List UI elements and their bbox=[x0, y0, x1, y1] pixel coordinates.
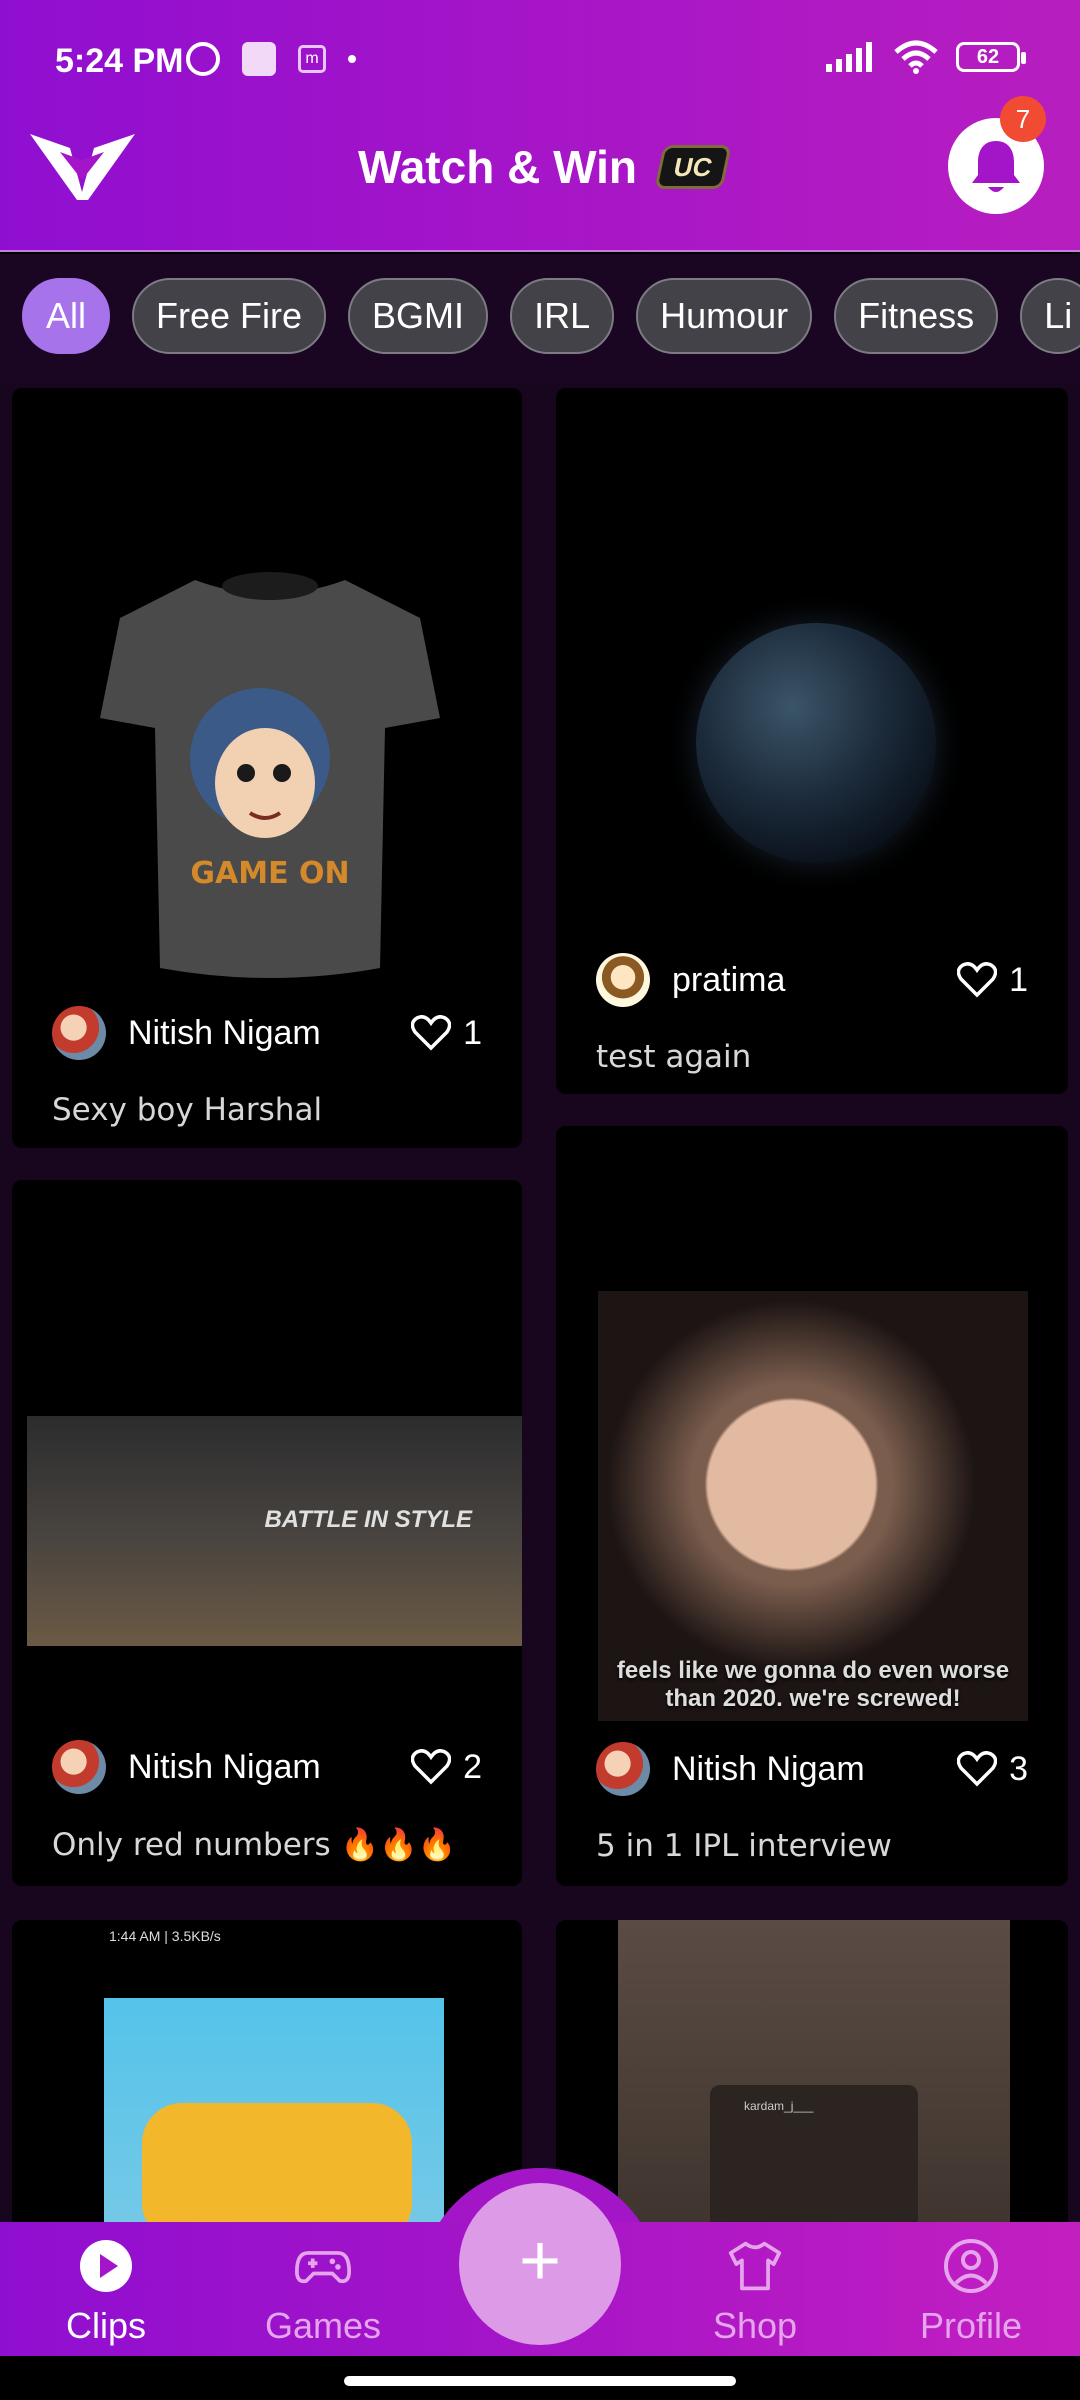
category-chip-fitness[interactable]: Fitness bbox=[834, 278, 999, 354]
avatar[interactable] bbox=[596, 953, 650, 1007]
clip-thumbnail-phone: 1:44 AM | 3.5KB/s bbox=[24, 1920, 519, 2224]
category-chip-irl[interactable]: IRL bbox=[510, 278, 615, 354]
like-button[interactable]: 3 bbox=[957, 1750, 1028, 1789]
like-count: 2 bbox=[463, 1747, 482, 1786]
nav-profile[interactable]: Profile bbox=[886, 2238, 1056, 2347]
uc-currency-badge: UC bbox=[654, 145, 732, 189]
tshirt-icon bbox=[728, 2241, 782, 2291]
clip-thumbnail-tshirt: GAME ON bbox=[100, 572, 440, 978]
clip-card[interactable]: GAME ON Nitish Nigam 1 Sexy boy Harshal bbox=[12, 388, 522, 1148]
clip-card[interactable]: feels like we gonna do even worse than 2… bbox=[556, 1126, 1068, 1886]
tshirt-print-text: GAME ON bbox=[190, 856, 349, 891]
like-button[interactable]: 1 bbox=[957, 961, 1028, 1000]
category-filter-bar: All Free Fire BGMI IRL Humour Fitness Li bbox=[0, 254, 1080, 384]
category-chip-all[interactable]: All bbox=[22, 278, 111, 354]
status-time: 5:24 PM bbox=[55, 42, 184, 80]
create-clip-button[interactable]: + bbox=[459, 2183, 621, 2345]
clip-caption: test again bbox=[596, 1039, 752, 1075]
nav-label: Clips bbox=[65, 2305, 146, 2346]
like-count: 1 bbox=[463, 1013, 482, 1052]
m-notification-icon: m bbox=[298, 45, 326, 73]
app-logo-icon bbox=[30, 134, 135, 200]
nav-clips[interactable]: Clips bbox=[21, 2238, 191, 2347]
clip-card[interactable]: 1:44 AM | 3.5KB/s bbox=[12, 1920, 522, 2224]
notification-count-badge: 7 bbox=[1000, 96, 1046, 142]
clip-caption: 5 in 1 IPL interview bbox=[596, 1828, 892, 1864]
status-bar: 5:24 PM m 62 bbox=[0, 0, 1080, 120]
home-indicator[interactable] bbox=[344, 2376, 736, 2386]
category-chip-bgmi[interactable]: BGMI bbox=[348, 278, 489, 354]
profile-icon bbox=[944, 2239, 998, 2293]
heart-icon bbox=[411, 1015, 452, 1051]
clip-username[interactable]: Nitish Nigam bbox=[128, 1748, 411, 1787]
like-count: 3 bbox=[1009, 1749, 1028, 1788]
clip-caption: Sexy boy Harshal bbox=[52, 1092, 323, 1128]
heart-icon bbox=[957, 1751, 998, 1787]
nav-shop[interactable]: Shop bbox=[670, 2238, 840, 2347]
nav-games[interactable]: Games bbox=[238, 2238, 408, 2347]
like-button[interactable]: 1 bbox=[411, 1014, 482, 1053]
status-notification-icons: m bbox=[186, 42, 356, 76]
clip-thumbnail-story: kardam_j___ bbox=[618, 1920, 1010, 2224]
nav-label: Games bbox=[264, 2305, 382, 2346]
clip-card[interactable]: pratima 1 test again bbox=[556, 388, 1068, 1094]
app-notification-icon bbox=[186, 42, 220, 76]
more-dot-icon bbox=[348, 55, 356, 63]
clips-feed: GAME ON Nitish Nigam 1 Sexy boy Harshal … bbox=[0, 384, 1080, 2224]
system-gesture-area bbox=[0, 2356, 1080, 2400]
clip-thumbnail-earth bbox=[696, 623, 936, 863]
avatar[interactable] bbox=[596, 1742, 650, 1796]
gamepad-icon bbox=[294, 2251, 352, 2284]
header-title-group: Watch & Win UC bbox=[358, 140, 732, 194]
battery-icon: 62 bbox=[956, 42, 1026, 72]
app-header: 5:24 PM m 62 Watch & Win UC 7 bbox=[0, 0, 1080, 252]
like-count: 1 bbox=[1009, 960, 1028, 999]
category-chip-free-fire[interactable]: Free Fire bbox=[132, 278, 327, 354]
signal-icon bbox=[826, 42, 872, 72]
category-chip-humour[interactable]: Humour bbox=[636, 278, 813, 354]
video-subtitle: feels like we gonna do even worse than 2… bbox=[616, 1657, 1010, 1712]
page-title: Watch & Win bbox=[358, 141, 637, 193]
heart-icon bbox=[957, 962, 998, 998]
nav-label: Shop bbox=[712, 2305, 798, 2346]
game-overlay-text: BATTLE IN STYLE bbox=[264, 1506, 472, 1533]
heart-icon bbox=[411, 1749, 452, 1785]
clip-card[interactable]: BATTLE IN STYLE Nitish Nigam 2 Only red … bbox=[12, 1180, 522, 1886]
like-button[interactable]: 2 bbox=[411, 1748, 482, 1787]
nav-label: Profile bbox=[919, 2305, 1023, 2346]
phone-status-text: 1:44 AM | 3.5KB/s bbox=[109, 1928, 221, 1944]
square-notification-icon bbox=[242, 42, 276, 76]
clip-username[interactable]: Nitish Nigam bbox=[128, 1014, 411, 1053]
clip-card[interactable]: kardam_j___ bbox=[556, 1920, 1068, 2224]
clip-username[interactable]: pratima bbox=[672, 961, 957, 1000]
avatar[interactable] bbox=[52, 1006, 106, 1060]
play-icon bbox=[80, 2240, 132, 2292]
bell-icon bbox=[972, 141, 1020, 192]
category-chip-lifestyle[interactable]: Li bbox=[1020, 278, 1080, 354]
clip-caption: Only red numbers 🔥🔥🔥 bbox=[52, 1827, 457, 1863]
story-username-text: kardam_j___ bbox=[744, 2099, 814, 2113]
status-system-icons: 62 bbox=[826, 40, 1026, 74]
clip-thumbnail-interview: feels like we gonna do even worse than 2… bbox=[598, 1291, 1028, 1721]
clip-username[interactable]: Nitish Nigam bbox=[672, 1750, 957, 1789]
wifi-icon bbox=[894, 40, 938, 74]
clip-thumbnail-game: BATTLE IN STYLE bbox=[27, 1416, 522, 1646]
avatar[interactable] bbox=[52, 1740, 106, 1794]
